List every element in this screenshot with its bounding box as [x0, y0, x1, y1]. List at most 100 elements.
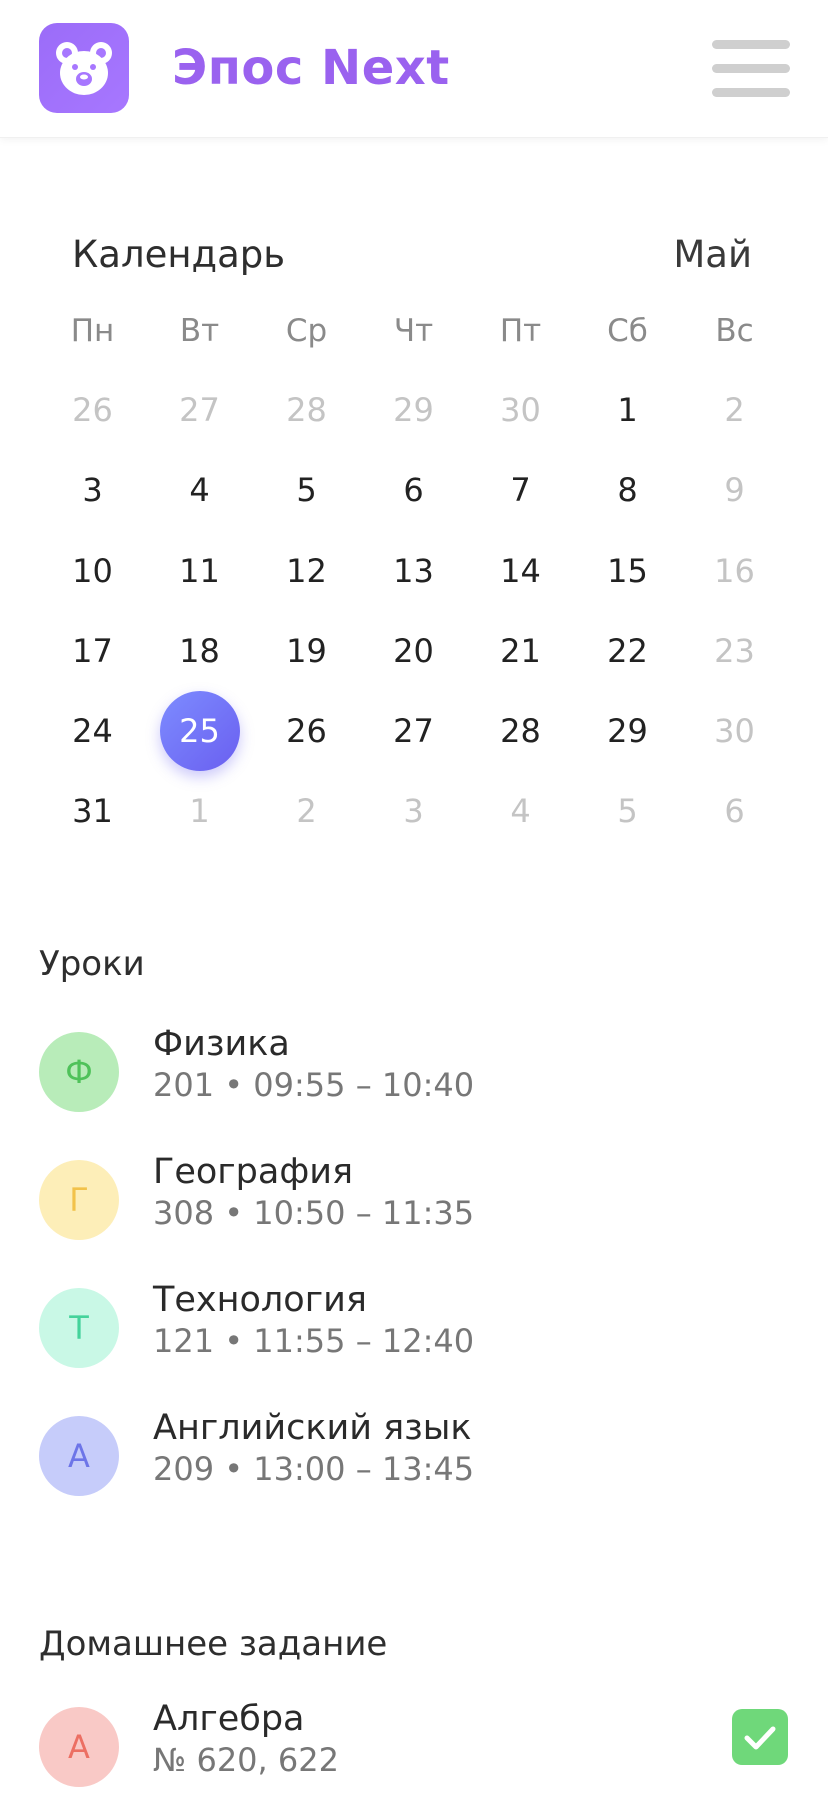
calendar-day-number: 20	[393, 631, 434, 670]
calendar-day[interactable]: 2	[253, 771, 360, 851]
lesson-item[interactable]: Г География 308 • 10:50 – 11:35	[39, 1150, 789, 1250]
calendar-day[interactable]: 10	[39, 531, 146, 611]
app-title: Эпос Next	[172, 40, 450, 96]
bear-icon	[56, 42, 112, 95]
calendar-day[interactable]: 3	[360, 771, 467, 851]
calendar-day-number: 12	[286, 551, 327, 590]
calendar-day[interactable]: 9	[681, 450, 788, 530]
calendar-day-number: 21	[500, 631, 541, 670]
calendar-day-number: 1	[189, 792, 210, 831]
calendar-day-number: 18	[179, 631, 220, 670]
calendar-day[interactable]: 29	[360, 370, 467, 450]
subject-avatar: Г	[39, 1160, 119, 1240]
calendar-day[interactable]: 8	[574, 450, 681, 530]
calendar-day-selected[interactable]: 25	[146, 691, 253, 772]
lesson-meta: 308 • 10:50 – 11:35	[153, 1192, 474, 1234]
calendar-day[interactable]: 24	[39, 691, 146, 771]
calendar-day-number: 28	[286, 391, 327, 429]
calendar-day-number: 22	[607, 631, 648, 670]
calendar-day-number: 13	[393, 551, 434, 590]
calendar-day[interactable]: 4	[467, 771, 574, 851]
calendar-day[interactable]: 17	[39, 611, 146, 691]
subject-avatar: Т	[39, 1288, 119, 1368]
calendar-day[interactable]: 29	[574, 691, 681, 771]
calendar-day[interactable]: 11	[146, 531, 253, 611]
calendar-day-number: 5	[296, 471, 317, 510]
calendar-day-number: 8	[617, 471, 638, 510]
calendar-grid: 26 27 28 29 30 1 2 3 4 5 6 7 8 9 10 11 12 13 14 15 16 17 18 19 2…	[39, 370, 788, 852]
calendar-day-number: 11	[179, 551, 220, 590]
calendar-day[interactable]: 26	[39, 370, 146, 450]
calendar-day[interactable]: 26	[253, 691, 360, 771]
calendar-day[interactable]: 5	[253, 450, 360, 530]
separator-dot: •	[214, 1450, 254, 1488]
calendar-day[interactable]: 28	[253, 370, 360, 450]
lesson-name: География	[153, 1152, 354, 1192]
app-header: Эпос Next	[0, 0, 828, 138]
lesson-item[interactable]: Т Технология 121 • 11:55 – 12:40	[39, 1278, 789, 1378]
subject-avatar: Ф	[39, 1032, 119, 1112]
checkmark-icon[interactable]	[732, 1709, 788, 1765]
calendar-day[interactable]: 18	[146, 611, 253, 691]
calendar-day[interactable]: 22	[574, 611, 681, 691]
lesson-room: 308	[153, 1194, 215, 1232]
calendar-day-number: 6	[403, 471, 424, 510]
app-logo[interactable]	[39, 23, 129, 113]
calendar-day[interactable]: 7	[467, 450, 574, 530]
lesson-room: 121	[153, 1322, 215, 1360]
lesson-item[interactable]: А Английский язык 209 • 13:00 – 13:45	[39, 1406, 789, 1506]
weekday-label: Пн	[70, 313, 115, 349]
calendar-day-number: 31	[72, 792, 113, 831]
calendar-day-number: 10	[72, 551, 113, 590]
calendar-day-number: 17	[72, 631, 113, 670]
calendar-day[interactable]: 20	[360, 611, 467, 691]
calendar-day[interactable]: 28	[467, 691, 574, 771]
calendar-day-number: 3	[403, 792, 424, 831]
calendar-day-number: 30	[714, 712, 755, 751]
weekday-header: Пн Вт Ср Чт Пт Сб Вс	[39, 306, 788, 356]
calendar-day[interactable]: 1	[146, 771, 253, 851]
calendar-day[interactable]: 27	[360, 691, 467, 771]
calendar-day[interactable]: 30	[681, 691, 788, 771]
calendar-day-number: 23	[714, 631, 755, 670]
calendar-day[interactable]: 5	[574, 771, 681, 851]
calendar-day-number: 28	[500, 712, 541, 751]
calendar-month[interactable]: Май	[673, 232, 752, 278]
calendar-day[interactable]: 16	[681, 531, 788, 611]
lesson-meta: 121 • 11:55 – 12:40	[153, 1320, 474, 1362]
calendar-day[interactable]: 6	[360, 450, 467, 530]
calendar-day[interactable]: 3	[39, 450, 146, 530]
weekday-label: Ср	[285, 313, 328, 349]
calendar-day[interactable]: 14	[467, 531, 574, 611]
calendar-day[interactable]: 6	[681, 771, 788, 851]
calendar-day-number: 29	[393, 391, 434, 429]
homework-detail: № 620, 622	[153, 1741, 339, 1779]
calendar-day-number: 29	[607, 712, 648, 751]
homework-item[interactable]: А Алгебра № 620, 622	[39, 1697, 789, 1797]
calendar-day-number: 9	[724, 471, 745, 510]
calendar-day[interactable]: 15	[574, 531, 681, 611]
calendar-day[interactable]: 27	[146, 370, 253, 450]
calendar-day[interactable]: 13	[360, 531, 467, 611]
calendar-day-number: 30	[500, 391, 541, 429]
calendar-day-number: 27	[179, 391, 220, 429]
calendar-day[interactable]: 12	[253, 531, 360, 611]
calendar-day[interactable]: 21	[467, 611, 574, 691]
homework-subject: Алгебра	[153, 1699, 305, 1739]
lesson-room: 209	[153, 1450, 215, 1488]
calendar-day[interactable]: 4	[146, 450, 253, 530]
calendar-day[interactable]: 30	[467, 370, 574, 450]
lesson-time: 11:55 – 12:40	[253, 1322, 475, 1360]
calendar-day[interactable]: 23	[681, 611, 788, 691]
calendar-day[interactable]: 19	[253, 611, 360, 691]
calendar-day[interactable]: 1	[574, 370, 681, 450]
lesson-item[interactable]: Ф Физика 201 • 09:55 – 10:40	[39, 1022, 789, 1122]
calendar-day-number: 2	[296, 792, 317, 831]
lesson-time: 09:55 – 10:40	[253, 1066, 475, 1104]
weekday-label: Сб	[607, 313, 648, 349]
calendar-day[interactable]: 2	[681, 370, 788, 450]
calendar-day-number: 1	[617, 391, 638, 429]
separator-dot: •	[214, 1066, 254, 1104]
calendar-day[interactable]: 31	[39, 771, 146, 851]
hamburger-menu-icon[interactable]	[712, 40, 790, 97]
